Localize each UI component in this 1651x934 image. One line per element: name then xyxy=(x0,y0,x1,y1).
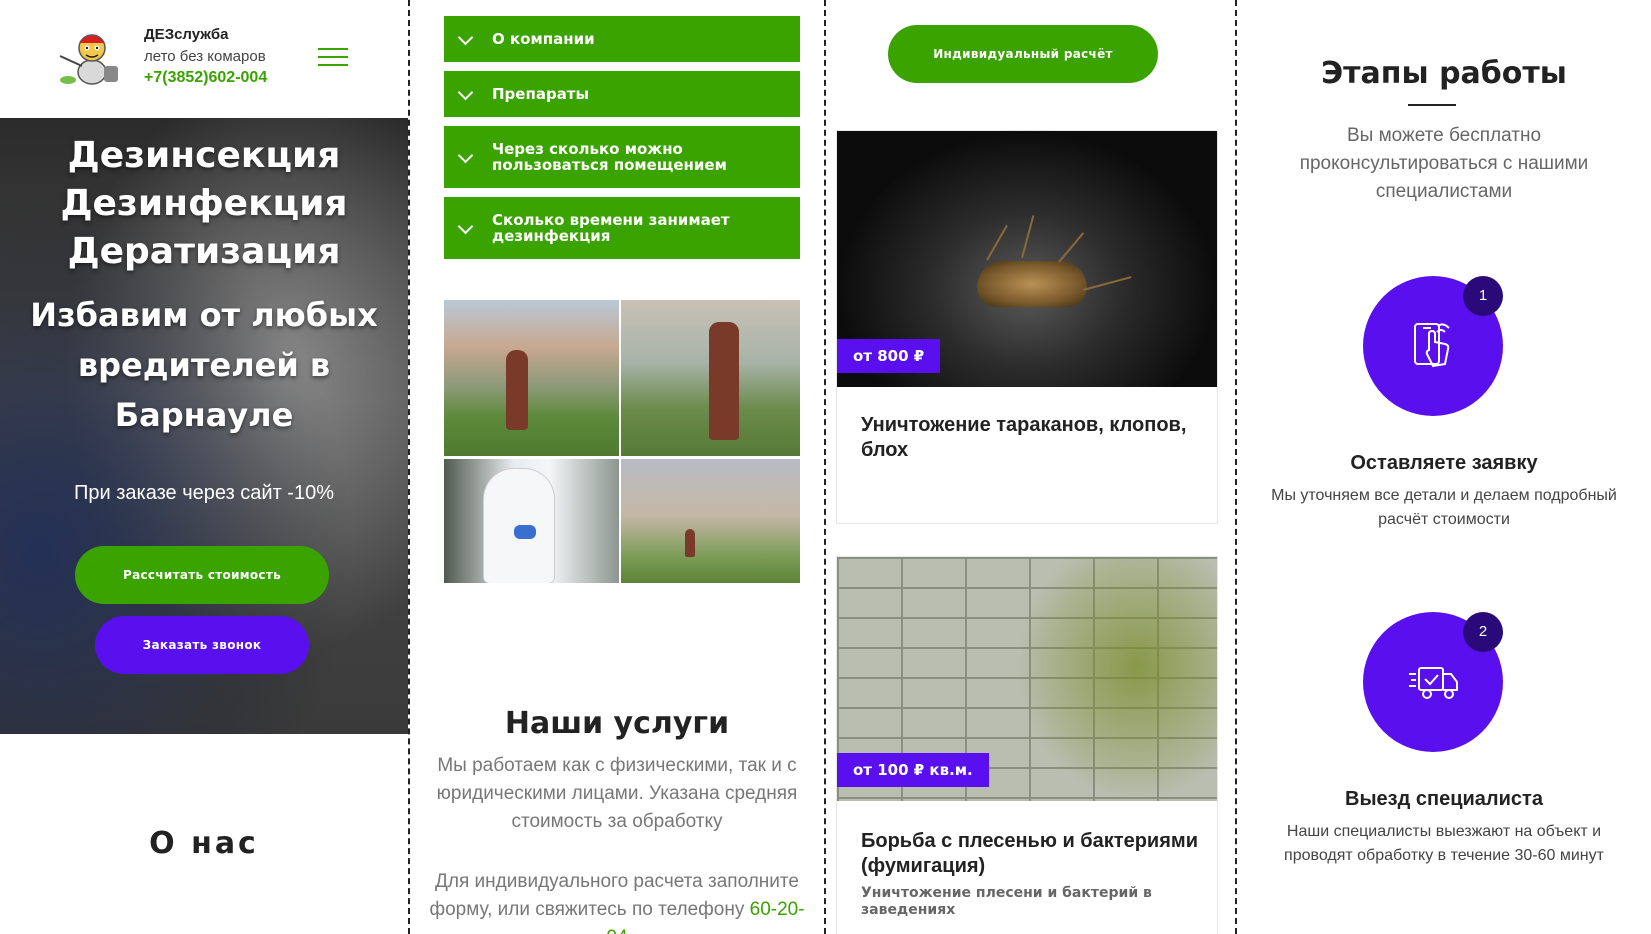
delivery-truck-icon xyxy=(1409,667,1458,699)
faq-item-label: Препараты xyxy=(492,85,590,103)
service-card-title: Уничтожение тараканов, клопов, блох xyxy=(861,414,1187,461)
service-card[interactable]: от 100 ₽ кв.м. Борьба с плесенью и бакте… xyxy=(836,556,1218,934)
gallery-photo-protective-suit[interactable] xyxy=(444,459,619,583)
chevron-down-icon xyxy=(457,84,474,101)
service-card[interactable]: от 800 ₽ Уничтожение тараканов, клопов, … xyxy=(836,130,1218,524)
individual-calculation-button[interactable]: Индивидуальный расчёт xyxy=(888,25,1158,83)
logo-mascot-icon[interactable] xyxy=(56,26,126,88)
stages-description: Вы можете бесплатно проконсультироваться… xyxy=(1299,125,1589,202)
services-description: Мы работаем как с физическими, так и с ю… xyxy=(436,755,798,832)
hero-title-line: Дератизация xyxy=(67,231,341,272)
hero-title-line: Дезинфекция xyxy=(60,183,348,224)
hero-discount-text: При заказе через сайт -10% xyxy=(73,482,334,504)
faq-item-preparations[interactable]: Препараты xyxy=(444,71,800,117)
step-description: Мы уточняем все детали и делаем подробны… xyxy=(1271,487,1617,528)
step-description: Наши специалисты выезжают на объект и пр… xyxy=(1284,823,1604,864)
step-title: Оставляете заявку xyxy=(1350,452,1538,474)
hero-banner: Дезинсекция Дезинфекция Дератизация Изба… xyxy=(0,118,408,734)
chevron-down-icon xyxy=(457,147,474,164)
mobile-panel-service-cards: Индивидуальный расчёт от 800 ₽ Уничтожен… xyxy=(826,0,1234,934)
hero-title: Дезинсекция Дезинфекция Дератизация xyxy=(0,132,408,276)
step-number-badge: 2 xyxy=(1463,612,1503,652)
brand-block: ДЕЗслужба лето без комаров +7(3852)602-0… xyxy=(144,26,267,87)
cockroach-illustration xyxy=(977,261,1087,307)
chevron-down-icon xyxy=(457,29,474,46)
price-badge: от 800 ₽ xyxy=(837,339,941,373)
gallery-photo-building-yard[interactable] xyxy=(621,459,800,583)
brand-name: ДЕЗслужба xyxy=(144,26,229,43)
contact-text: Для индивидуального расчета заполните фо… xyxy=(429,871,799,920)
faq-item-room-usage[interactable]: Через сколько можно пользоваться помещен… xyxy=(444,126,800,188)
faq-item-about-company[interactable]: О компании xyxy=(444,16,800,62)
order-call-button[interactable]: Заказать звонок xyxy=(95,616,309,674)
service-card-title: Борьба с плесенью и бактериями (фумигаци… xyxy=(861,830,1198,877)
mobile-panel-hero: ДЕЗслужба лето без комаров +7(3852)602-0… xyxy=(0,0,408,934)
menu-icon[interactable] xyxy=(318,48,348,68)
step-icon-circle: 2 xyxy=(1363,612,1503,752)
step-title: Выезд специалиста xyxy=(1345,788,1543,810)
chevron-down-icon xyxy=(457,218,474,235)
faq-item-duration[interactable]: Сколько времени занимает дезинфекция xyxy=(444,197,800,259)
gallery-photo-fogging-yard[interactable] xyxy=(621,300,800,456)
stages-section-title: Этапы работы xyxy=(1321,56,1567,91)
step-number-badge: 1 xyxy=(1463,276,1503,316)
services-contact-text: Для индивидуального расчета заполните фо… xyxy=(422,868,812,934)
phone-touch-icon xyxy=(1414,323,1450,368)
hero-title-line: Дезинсекция xyxy=(67,135,341,176)
mobile-panel-stages: Этапы работы Вы можете бесплатно проконс… xyxy=(1237,0,1651,934)
title-underline xyxy=(1408,104,1456,106)
services-section-title: Наши услуги xyxy=(504,706,730,741)
price-badge: от 100 ₽ кв.м. xyxy=(837,753,989,787)
brand-tagline: лето без комаров xyxy=(144,48,266,65)
header-phone-link[interactable]: +7(3852)602-004 xyxy=(144,69,267,87)
mobile-panel-faq-services: О компании Препараты Через сколько можно… xyxy=(410,0,824,934)
about-section-title: О нас xyxy=(149,826,259,861)
faq-item-label: Сколько времени занимает дезинфекция xyxy=(492,211,730,245)
faq-item-label: О компании xyxy=(492,30,595,48)
site-header: ДЕЗслужба лето без комаров +7(3852)602-0… xyxy=(0,0,408,118)
mold-overlay xyxy=(1017,557,1217,801)
service-card-subtitle: Уничтожение плесени и бактерий в заведен… xyxy=(861,885,1152,918)
faq-item-label: Через сколько можно пользоваться помещен… xyxy=(492,140,727,174)
hero-subtitle: Избавим от любых вредителей в Барнауле xyxy=(30,296,378,434)
calculate-cost-button[interactable]: Рассчитать стоимость xyxy=(75,546,329,604)
gallery-photo-spraying-lawn[interactable] xyxy=(444,300,619,456)
step-icon-circle: 1 xyxy=(1363,276,1503,416)
